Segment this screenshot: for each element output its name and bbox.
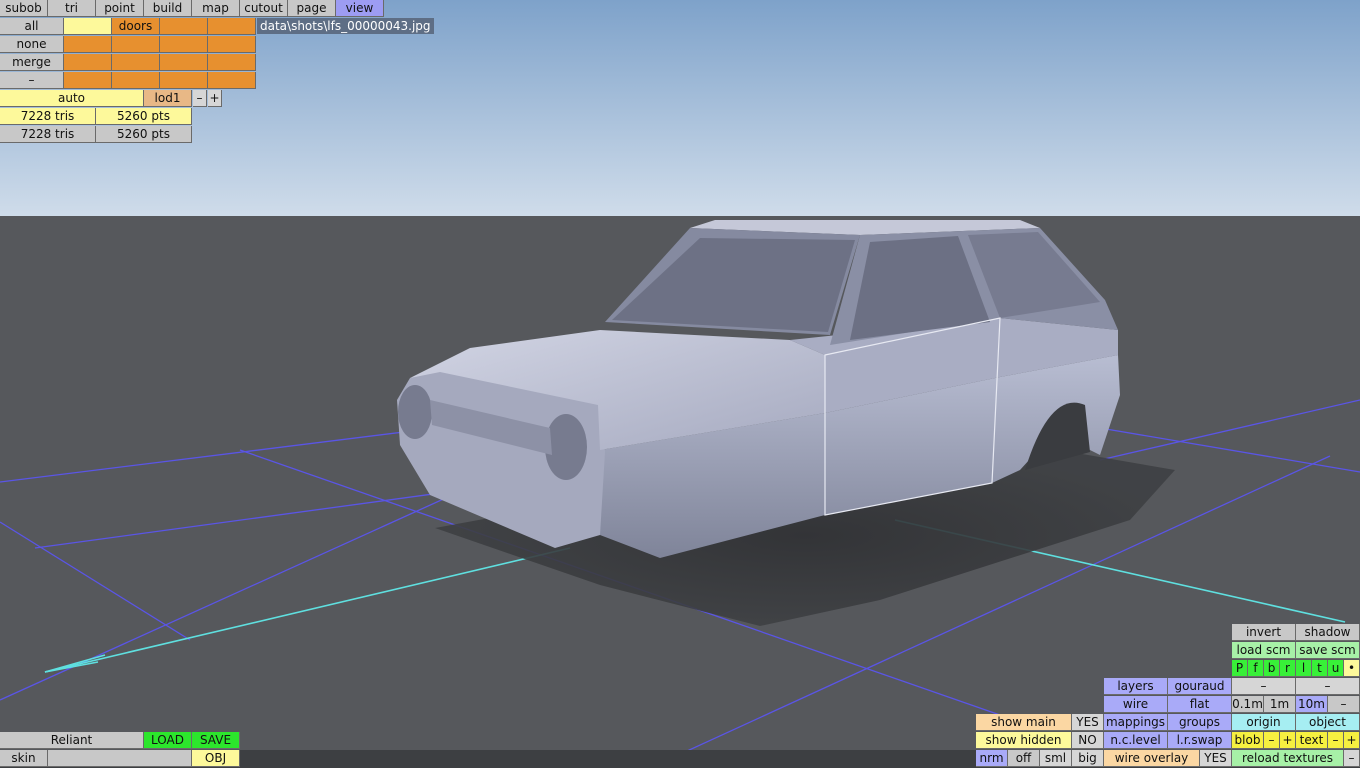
tab-tri[interactable]: tri bbox=[48, 0, 96, 17]
flat-button[interactable]: flat bbox=[1168, 696, 1232, 713]
tab-map[interactable]: map bbox=[192, 0, 240, 17]
reload-minus-button[interactable]: – bbox=[1344, 750, 1360, 767]
grid-1m-button[interactable]: 1m bbox=[1264, 696, 1296, 713]
group-slot[interactable] bbox=[112, 36, 160, 53]
object-button[interactable]: object bbox=[1296, 714, 1360, 731]
save-button[interactable]: SAVE bbox=[192, 732, 240, 749]
tab-build[interactable]: build bbox=[144, 0, 192, 17]
triangle-count: 7228 tris bbox=[0, 126, 96, 143]
origin-button[interactable]: origin bbox=[1232, 714, 1296, 731]
merge-button[interactable]: merge bbox=[0, 54, 64, 71]
reload-textures-button[interactable]: reload textures bbox=[1232, 750, 1344, 767]
blob-button[interactable]: blob bbox=[1232, 732, 1264, 749]
show-main-button[interactable]: show main bbox=[976, 714, 1072, 731]
group-slot[interactable] bbox=[208, 18, 256, 35]
point-count: 5260 pts bbox=[96, 108, 192, 125]
tab-view[interactable]: view bbox=[336, 0, 384, 17]
group-slot[interactable] bbox=[208, 72, 256, 89]
skin-label: skin bbox=[0, 750, 48, 767]
lod-value[interactable]: lod1 bbox=[144, 90, 192, 107]
groups-button[interactable]: groups bbox=[1168, 714, 1232, 731]
lod-auto-button[interactable]: auto bbox=[0, 90, 144, 107]
mappings-button[interactable]: mappings bbox=[1104, 714, 1168, 731]
text-plus-button[interactable]: + bbox=[1344, 732, 1360, 749]
group-slot[interactable] bbox=[64, 36, 112, 53]
group-slot[interactable] bbox=[112, 54, 160, 71]
screenshot-file-path: data\shots\lfs_00000043.jpg bbox=[257, 18, 434, 34]
filter-r-button[interactable]: r bbox=[1280, 660, 1296, 677]
decrease-button[interactable]: – bbox=[1296, 678, 1360, 695]
select-none-button[interactable]: none bbox=[0, 36, 64, 53]
group-slot[interactable] bbox=[160, 18, 208, 35]
decrease-button[interactable]: – bbox=[1232, 678, 1296, 695]
text-button[interactable]: text bbox=[1296, 732, 1328, 749]
shadow-button[interactable]: shadow bbox=[1296, 624, 1360, 641]
group-slot[interactable] bbox=[160, 36, 208, 53]
tab-subob[interactable]: subob bbox=[0, 0, 48, 17]
group-slot[interactable] bbox=[112, 72, 160, 89]
lr-swap-button[interactable]: l.r.swap bbox=[1168, 732, 1232, 749]
select-all-button[interactable]: all bbox=[0, 18, 64, 35]
invert-button[interactable]: invert bbox=[1232, 624, 1296, 641]
wire-button[interactable]: wire bbox=[1104, 696, 1168, 713]
save-scm-button[interactable]: save scm bbox=[1296, 642, 1360, 659]
filter-u-button[interactable]: u bbox=[1328, 660, 1344, 677]
wire-overlay-button[interactable]: wire overlay bbox=[1104, 750, 1200, 767]
car-name-field[interactable]: Reliant bbox=[0, 732, 144, 749]
tab-page[interactable]: page bbox=[288, 0, 336, 17]
load-scm-button[interactable]: load scm bbox=[1232, 642, 1296, 659]
normals-small-button[interactable]: sml bbox=[1040, 750, 1072, 767]
group-doors[interactable]: doors bbox=[112, 18, 160, 35]
obj-button[interactable]: OBJ bbox=[192, 750, 240, 767]
group-slot[interactable] bbox=[208, 36, 256, 53]
filter-b-button[interactable]: b bbox=[1264, 660, 1280, 677]
collapse-button[interactable]: – bbox=[0, 72, 64, 89]
nc-level-button[interactable]: n.c.level bbox=[1104, 732, 1168, 749]
group-slot[interactable] bbox=[208, 54, 256, 71]
tab-point[interactable]: point bbox=[96, 0, 144, 17]
lod-plus-button[interactable]: + bbox=[208, 90, 222, 107]
grid-0-1m-button[interactable]: 0.1m bbox=[1232, 696, 1264, 713]
normals-big-button[interactable]: big bbox=[1072, 750, 1104, 767]
skin-field[interactable] bbox=[48, 750, 192, 767]
blob-plus-button[interactable]: + bbox=[1280, 732, 1296, 749]
show-hidden-button[interactable]: show hidden bbox=[976, 732, 1072, 749]
show-main-value[interactable]: YES bbox=[1072, 714, 1104, 731]
normals-button[interactable]: nrm bbox=[976, 750, 1008, 767]
blob-minus-button[interactable]: – bbox=[1264, 732, 1280, 749]
layers-button[interactable]: layers bbox=[1104, 678, 1168, 695]
text-minus-button[interactable]: – bbox=[1328, 732, 1344, 749]
triangle-count: 7228 tris bbox=[0, 108, 96, 125]
point-count: 5260 pts bbox=[96, 126, 192, 143]
lod-minus-button[interactable]: – bbox=[193, 90, 207, 107]
gouraud-button[interactable]: gouraud bbox=[1168, 678, 1232, 695]
filter-f-button[interactable]: f bbox=[1248, 660, 1264, 677]
group-slot[interactable] bbox=[64, 18, 112, 35]
group-slot[interactable] bbox=[64, 54, 112, 71]
filter-p-button[interactable]: P bbox=[1232, 660, 1248, 677]
grid-10m-button[interactable]: 10m bbox=[1296, 696, 1328, 713]
group-slot[interactable] bbox=[64, 72, 112, 89]
normals-off-button[interactable]: off bbox=[1008, 750, 1040, 767]
grid-minus-button[interactable]: – bbox=[1328, 696, 1360, 713]
tab-cutout[interactable]: cutout bbox=[240, 0, 288, 17]
wire-overlay-value[interactable]: YES bbox=[1200, 750, 1232, 767]
group-slot[interactable] bbox=[160, 72, 208, 89]
load-button[interactable]: LOAD bbox=[144, 732, 192, 749]
filter-l-button[interactable]: l bbox=[1296, 660, 1312, 677]
group-slot[interactable] bbox=[160, 54, 208, 71]
3d-viewport[interactable] bbox=[0, 0, 1360, 768]
filter-dot-button[interactable]: • bbox=[1344, 660, 1360, 677]
filter-t-button[interactable]: t bbox=[1312, 660, 1328, 677]
show-hidden-value[interactable]: NO bbox=[1072, 732, 1104, 749]
